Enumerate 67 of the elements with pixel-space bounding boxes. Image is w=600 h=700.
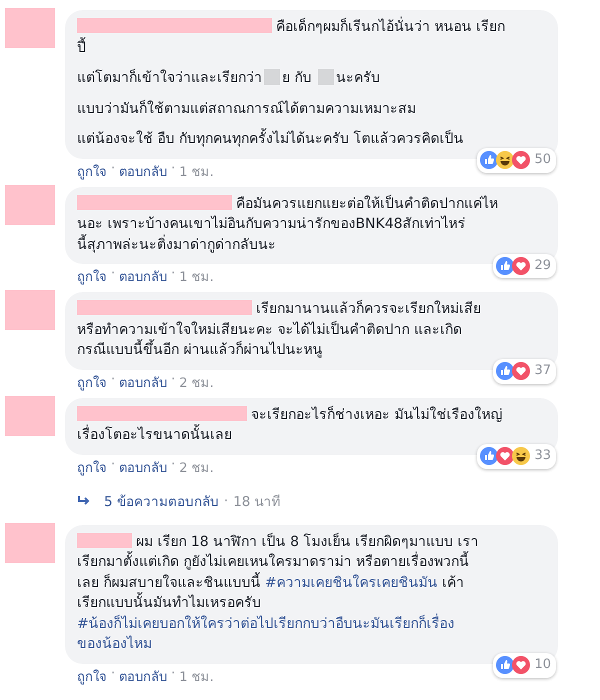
separator-dot: · — [111, 666, 116, 682]
comment-text: คือมันควรแยกแยะต่อให้เป็นคำติดปากแค่ไห — [236, 196, 498, 212]
comment-text: ผม เรียก 18 นาฬิกา เป็น 8 โมงเย็น เรียกผิดๆมาแบบ เรา — [136, 534, 478, 550]
reaction-count: 37 — [534, 362, 551, 380]
like-icon — [496, 362, 514, 380]
separator-dot: · — [111, 160, 116, 178]
comment-action-link[interactable]: ถูกใจ — [77, 372, 107, 392]
comment-text: เลย ก็ผมสบายใจและชินแบบนี้ — [77, 574, 265, 590]
comment-action-link[interactable]: ตอบกลับ — [119, 456, 168, 478]
avatar-redaction — [5, 522, 55, 562]
separator-dot: · — [171, 266, 176, 283]
like-icon — [480, 151, 498, 170]
text-redaction — [264, 69, 280, 85]
comment-text: จะเรียกอะไรก็ช่างเหอะ มันไม่ใช่เรืองใหญ่ — [251, 406, 502, 422]
comment-text: เค้า — [441, 574, 464, 590]
text-redaction — [318, 69, 334, 85]
comment-time: 1 ชม. — [179, 269, 214, 287]
comment-action-link[interactable]: ตอบกลับ — [119, 160, 168, 182]
reply-time: 18 นาที — [233, 492, 281, 512]
separator-dot: · — [224, 492, 228, 508]
laughing-emoji-icon — [496, 151, 514, 170]
comment-text: นอะ เพราะบ้างคนเขาไม่อินกับความน่ารักของBNK48สักเท่าไหร่ — [77, 216, 466, 232]
like-icon — [496, 256, 514, 275]
comment-time: 1 ชม. — [179, 164, 214, 182]
reaction-count: 10 — [534, 656, 551, 674]
separator-dot: · — [171, 456, 176, 474]
reaction-count: 50 — [534, 151, 551, 169]
comment-action-link[interactable]: ถูกใจ — [77, 666, 107, 686]
comment-text: คือเด็กๆผมก็เรีนกไอ้นั่นว่า หนอน เรียก — [276, 19, 505, 35]
separator-dot: · — [171, 160, 176, 178]
like-icon — [496, 656, 514, 674]
avatar-redaction — [5, 184, 55, 224]
comment-text: เรียกมานานแล้วก็ควรจะเรียกใหม่เสีย — [256, 301, 481, 317]
comment-action-link[interactable]: ตอบกลับ — [119, 372, 168, 392]
like-icon — [480, 447, 498, 466]
comment-action-link[interactable]: ถูกใจ — [77, 266, 107, 287]
comment-action-link[interactable]: ตอบกลับ — [119, 266, 168, 287]
comment-time: 2 ชม. — [179, 374, 214, 392]
avatar-redaction — [5, 290, 55, 330]
separator-dot: · — [111, 266, 116, 283]
comment-text: ย กับ — [282, 70, 312, 86]
hashtag-link[interactable]: #น้องก็ไม่เคยบอกให้ใครว่าต่อไปเรียกกบว่าอืบนะมันเรียกก็เรื่อง — [77, 616, 455, 632]
view-replies-link[interactable]: 5 ข้อความตอบกลับ — [104, 490, 219, 512]
comment-text: ปี้ — [77, 40, 86, 56]
separator-dot: · — [171, 372, 176, 388]
comment-text: นี้สุภาพล่ะนะติ่งมาด่ากูด่ากลับนะ — [77, 236, 276, 252]
avatar-redaction — [5, 8, 55, 48]
comment-text: นะครับ — [336, 70, 380, 86]
comment-action-link[interactable]: ถูกใจ — [77, 160, 107, 182]
hashtag-link[interactable]: ของน้องไหม — [77, 636, 152, 652]
hashtag-link[interactable]: #ความเคยชินใครเคยชินมัน — [264, 574, 438, 590]
separator-dot: · — [111, 372, 116, 388]
reaction-count: 29 — [534, 256, 551, 274]
avatar-redaction — [5, 396, 55, 436]
comment-text: แต่โตมาก็เข้าใจว่าและเรียกว่า — [77, 70, 262, 86]
reply-arrow-icon — [77, 494, 91, 506]
separator-dot: · — [111, 456, 116, 474]
comment-action-link[interactable]: ถูกใจ — [77, 456, 107, 478]
comment-text: แบบว่ามันก็ใช้ตามแต่สถาณการณ์ได้ตามความเหมาะสม — [77, 100, 416, 116]
laughing-emoji-icon — [512, 447, 530, 466]
comment-time: 2 ชม. — [179, 460, 214, 478]
name-redaction — [77, 532, 132, 548]
comment-time: 1 ชม. — [179, 668, 214, 686]
separator-dot: · — [171, 666, 176, 682]
comment-action-link[interactable]: ตอบกลับ — [119, 666, 168, 686]
reaction-count: 33 — [534, 447, 551, 465]
comment-text: หรือทำความเข้าใจใหม่เสียนะคะ จะได้ไม่เป็นคำติดปาก และเกิด — [77, 322, 462, 338]
